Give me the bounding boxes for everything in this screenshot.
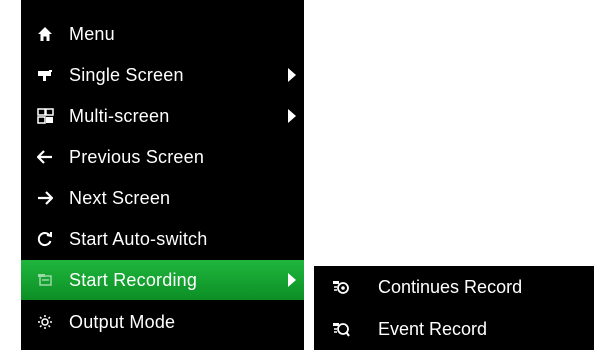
menu-item-label: Next Screen xyxy=(69,187,171,208)
continuous-record-icon xyxy=(314,266,368,308)
arrow-left-icon xyxy=(21,137,69,177)
record-icon xyxy=(21,260,69,300)
menu-item-label: Start Recording xyxy=(69,269,198,290)
submenu-arrow-icon xyxy=(288,273,296,287)
menu-item-next-screen[interactable]: Next Screen xyxy=(21,178,304,218)
arrow-right-icon xyxy=(21,178,69,218)
menu-item-label: Multi-screen xyxy=(69,105,170,126)
submenu-item-event-record[interactable]: Event Record xyxy=(314,308,594,350)
menu-item-start-recording[interactable]: Start Recording xyxy=(21,260,304,300)
refresh-icon xyxy=(21,219,69,259)
menu-item-single-screen[interactable]: Single Screen xyxy=(21,55,304,95)
menu-item-label: Previous Screen xyxy=(69,146,205,167)
menu-item-output-mode[interactable]: Output Mode xyxy=(21,302,304,342)
menu-item-label: Single Screen xyxy=(69,64,184,85)
output-mode-icon xyxy=(21,302,69,342)
menu-item-start-auto-switch[interactable]: Start Auto-switch xyxy=(21,219,304,259)
submenu-item-continues-record[interactable]: Continues Record xyxy=(314,266,594,308)
submenu-arrow-icon xyxy=(288,68,296,82)
menu-item-menu[interactable]: Menu xyxy=(21,14,304,54)
context-menu: Menu Single Screen Multi-screen Previous… xyxy=(21,0,304,350)
multi-screen-icon xyxy=(21,96,69,136)
recording-submenu: Continues Record Event Record xyxy=(314,266,594,350)
menu-item-multi-screen[interactable]: Multi-screen xyxy=(21,96,304,136)
home-icon xyxy=(21,14,69,54)
menu-item-label: Start Auto-switch xyxy=(69,228,208,249)
submenu-item-label: Continues Record xyxy=(378,276,523,297)
camera-icon xyxy=(21,55,69,95)
menu-item-label: Output Mode xyxy=(69,311,176,332)
menu-item-label: Menu xyxy=(69,23,115,44)
submenu-arrow-icon xyxy=(288,109,296,123)
submenu-item-label: Event Record xyxy=(378,318,488,339)
event-record-icon xyxy=(314,308,368,350)
menu-item-previous-screen[interactable]: Previous Screen xyxy=(21,137,304,177)
